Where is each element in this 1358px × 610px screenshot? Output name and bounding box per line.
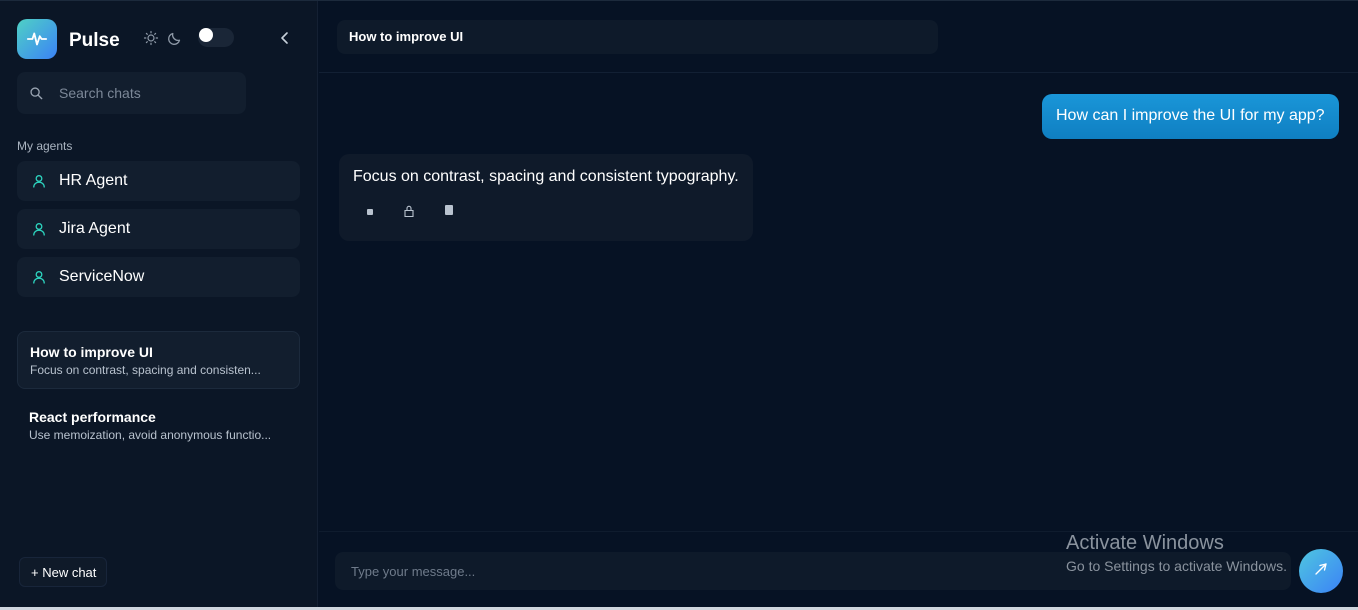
search-input[interactable]: [59, 72, 239, 114]
chat-item-how-to-improve-ui[interactable]: How to improve UI Focus on contrast, spa…: [17, 331, 300, 389]
windows-watermark-title: Activate Windows: [1066, 532, 1224, 554]
agent-label: Jira Agent: [59, 220, 131, 237]
sidebar: Pulse My age: [0, 1, 318, 610]
moon-icon[interactable]: [167, 30, 183, 46]
stop-icon[interactable]: [363, 204, 377, 218]
chat-header: How to improve UI: [319, 1, 1358, 73]
theme-toggle[interactable]: [198, 28, 234, 47]
chat-title: How to improve UI: [30, 344, 153, 360]
search-box: [17, 72, 246, 114]
search-icon: [29, 86, 44, 101]
send-icon: [1312, 560, 1330, 583]
chevron-left-icon[interactable]: [277, 30, 293, 46]
assistant-message-text: Focus on contrast, spacing and consisten…: [353, 168, 739, 185]
agent-item-servicenow[interactable]: ServiceNow: [17, 257, 300, 297]
chat-preview: Focus on contrast, spacing and consisten…: [30, 363, 261, 377]
toggle-knob: [199, 28, 213, 42]
user-message-text: How can I improve the UI for my app?: [1056, 107, 1325, 124]
agents-section-title: My agents: [17, 139, 73, 153]
chat-preview: Use memoization, avoid anonymous functio…: [29, 428, 272, 442]
thumbs-up-icon[interactable]: [402, 204, 416, 218]
user-icon: [31, 221, 47, 237]
sun-icon[interactable]: [143, 30, 159, 46]
assistant-message-bubble: Focus on contrast, spacing and consisten…: [339, 154, 753, 241]
conversation-title: How to improve UI: [349, 29, 464, 44]
agent-label: ServiceNow: [59, 268, 145, 285]
new-chat-button[interactable]: + New chat: [19, 557, 107, 587]
user-icon: [31, 269, 47, 285]
chat-item-react-performance[interactable]: React performance Use memoization, avoid…: [17, 397, 300, 455]
windows-watermark-subtitle: Go to Settings to activate Windows.: [1066, 558, 1287, 574]
conversation-title-pill: How to improve UI: [337, 20, 938, 54]
chat-title: React performance: [29, 409, 156, 425]
agent-item-jira[interactable]: Jira Agent: [17, 209, 300, 249]
agent-label: HR Agent: [59, 172, 128, 189]
send-button[interactable]: [1299, 549, 1343, 593]
agent-item-hr[interactable]: HR Agent: [17, 161, 300, 201]
user-message-bubble: How can I improve the UI for my app?: [1042, 94, 1339, 139]
pulse-wave-icon: [17, 19, 57, 59]
copy-icon[interactable]: [442, 204, 456, 218]
user-icon: [31, 173, 47, 189]
brand-name: Pulse: [69, 30, 120, 51]
